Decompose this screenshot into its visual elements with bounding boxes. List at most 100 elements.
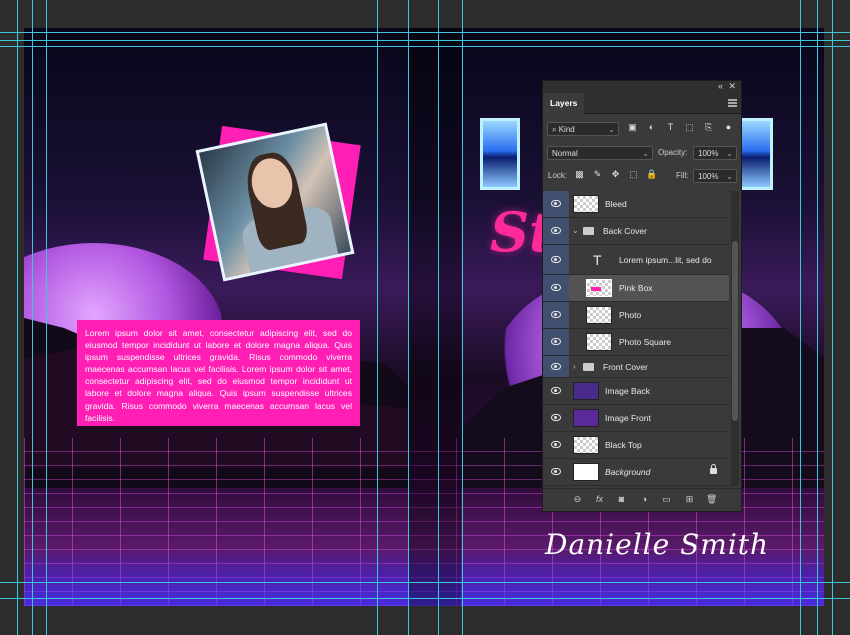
- scrollbar-thumb[interactable]: [732, 241, 738, 421]
- folder-icon: [583, 227, 594, 235]
- type-filter-icon[interactable]: T: [665, 122, 676, 133]
- guide-vertical[interactable]: [832, 0, 833, 635]
- guide-vertical[interactable]: [800, 0, 801, 635]
- visibility-toggle[interactable]: [543, 378, 569, 404]
- filter-toggle-icon[interactable]: ●: [723, 122, 734, 133]
- shape-filter-icon[interactable]: ⬚: [684, 122, 695, 133]
- lock-all-icon[interactable]: 🔒: [646, 169, 657, 180]
- eye-icon: [551, 441, 561, 448]
- artboard-lock-icon[interactable]: ⬚: [628, 169, 639, 180]
- eye-icon: [551, 227, 561, 234]
- close-icon[interactable]: ✕: [728, 81, 736, 92]
- tab-layers[interactable]: Layers: [543, 93, 585, 114]
- spine: [409, 28, 461, 606]
- chevron-down-icon: ⌄: [642, 149, 649, 158]
- guide-vertical[interactable]: [46, 0, 47, 635]
- search-icon: ⌕: [552, 125, 557, 134]
- visibility-toggle[interactable]: [543, 275, 569, 301]
- lock-transparent-icon[interactable]: ▩: [574, 169, 585, 180]
- fill-label: Fill:: [676, 171, 689, 180]
- adjustment-layer-icon[interactable]: ◑: [639, 494, 650, 505]
- opacity-field[interactable]: 100% ⌄: [693, 146, 737, 160]
- visibility-toggle[interactable]: [543, 191, 569, 217]
- visibility-toggle[interactable]: [543, 459, 569, 485]
- photo[interactable]: [195, 122, 355, 282]
- guide-horizontal[interactable]: [0, 598, 850, 599]
- panel-footer: ⊖ fx ◙ ◑ ▭ ⊞ 🗑: [543, 488, 741, 511]
- layer-name: Front Cover: [603, 362, 648, 372]
- layer-row-photo[interactable]: Photo: [543, 302, 729, 329]
- layer-thumbnail: [573, 409, 599, 427]
- eye-icon: [551, 284, 561, 291]
- guide-horizontal[interactable]: [0, 582, 850, 583]
- layers-scrollbar[interactable]: [731, 191, 739, 486]
- blend-mode-value: Normal: [552, 149, 578, 158]
- trash-icon[interactable]: 🗑: [706, 494, 717, 505]
- blend-mode-select[interactable]: Normal ⌄: [547, 146, 653, 160]
- fill-value: 100%: [698, 172, 719, 181]
- guide-vertical[interactable]: [817, 0, 818, 635]
- layer-name: Photo Square: [619, 337, 671, 347]
- link-layers-icon[interactable]: ⊖: [572, 494, 583, 505]
- fill-field[interactable]: 100% ⌄: [693, 169, 737, 183]
- layer-row-bleed[interactable]: Bleed: [543, 191, 729, 218]
- chevron-right-icon[interactable]: ›: [573, 356, 576, 378]
- layer-thumbnail: [586, 306, 612, 324]
- layer-row-image-front[interactable]: Image Front: [543, 405, 729, 432]
- layer-thumbnail: [573, 463, 599, 481]
- lock-position-icon[interactable]: ✥: [610, 169, 621, 180]
- fx-icon[interactable]: fx: [594, 494, 605, 505]
- layer-row-background[interactable]: Background: [543, 459, 729, 486]
- layer-row-image-back[interactable]: Image Back: [543, 378, 729, 405]
- chevron-down-icon[interactable]: ⌄: [572, 218, 579, 244]
- chevron-down-icon: ⌄: [608, 125, 615, 134]
- layer-row-back-cover[interactable]: ⌄ Back Cover: [543, 218, 729, 245]
- eye-icon: [551, 414, 561, 421]
- filter-row: ⌕ Kind ⌄ ▣ ◐ T ⬚ ⎘ ●: [547, 122, 737, 138]
- visibility-toggle[interactable]: [543, 329, 569, 355]
- layer-row-photo-square[interactable]: Photo Square: [543, 329, 729, 356]
- guide-vertical[interactable]: [408, 0, 409, 635]
- title-letter-1: [480, 118, 520, 190]
- new-group-icon[interactable]: ▭: [661, 494, 672, 505]
- visibility-toggle[interactable]: [543, 405, 569, 431]
- text-layer-icon: T: [593, 252, 602, 268]
- pink-box[interactable]: Lorem ipsum dolor sit amet, consectetur …: [77, 320, 360, 426]
- layer-row-text[interactable]: T Lorem ipsum...lit, sed do: [543, 245, 729, 275]
- panel-tabbar: Layers: [543, 93, 741, 114]
- visibility-toggle[interactable]: [543, 302, 569, 328]
- eye-icon: [551, 200, 561, 207]
- eye-icon: [551, 256, 561, 263]
- layer-row-front-cover[interactable]: › Front Cover: [543, 356, 729, 378]
- image-filter-icon[interactable]: ▣: [627, 122, 638, 133]
- guide-horizontal[interactable]: [0, 32, 850, 33]
- panel-menu-icon[interactable]: [728, 99, 737, 107]
- smart-object-filter-icon[interactable]: ⎘: [703, 122, 714, 133]
- guide-vertical[interactable]: [377, 0, 378, 635]
- kind-filter-select[interactable]: ⌕ Kind ⌄: [547, 122, 619, 136]
- new-layer-icon[interactable]: ⊞: [684, 494, 695, 505]
- guide-vertical[interactable]: [32, 0, 33, 635]
- lock-image-brush-icon[interactable]: ✎: [592, 169, 603, 180]
- guide-horizontal[interactable]: [0, 46, 850, 47]
- visibility-toggle[interactable]: [543, 432, 569, 458]
- layer-row-pink-box[interactable]: Pink Box: [543, 275, 729, 302]
- add-mask-icon[interactable]: ◙: [616, 494, 627, 505]
- adjustment-filter-icon[interactable]: ◐: [646, 122, 657, 133]
- chevron-down-icon: ⌄: [726, 149, 733, 158]
- visibility-toggle[interactable]: [543, 356, 569, 377]
- visibility-toggle[interactable]: [543, 245, 569, 274]
- lock-icon: [710, 464, 717, 474]
- chevron-down-icon: ⌄: [726, 172, 733, 181]
- eye-icon: [551, 363, 561, 370]
- back-cover-text: Lorem ipsum dolor sit amet, consectetur …: [85, 328, 352, 423]
- layer-row-black-top[interactable]: Black Top: [543, 432, 729, 459]
- collapse-icon[interactable]: «: [718, 81, 723, 91]
- guide-vertical[interactable]: [17, 0, 18, 635]
- guide-vertical[interactable]: [438, 0, 439, 635]
- author-name: Danielle Smith: [545, 528, 770, 561]
- guide-horizontal[interactable]: [0, 40, 850, 41]
- visibility-toggle[interactable]: [543, 218, 569, 244]
- guide-vertical[interactable]: [462, 0, 463, 635]
- lock-label: Lock:: [548, 171, 568, 180]
